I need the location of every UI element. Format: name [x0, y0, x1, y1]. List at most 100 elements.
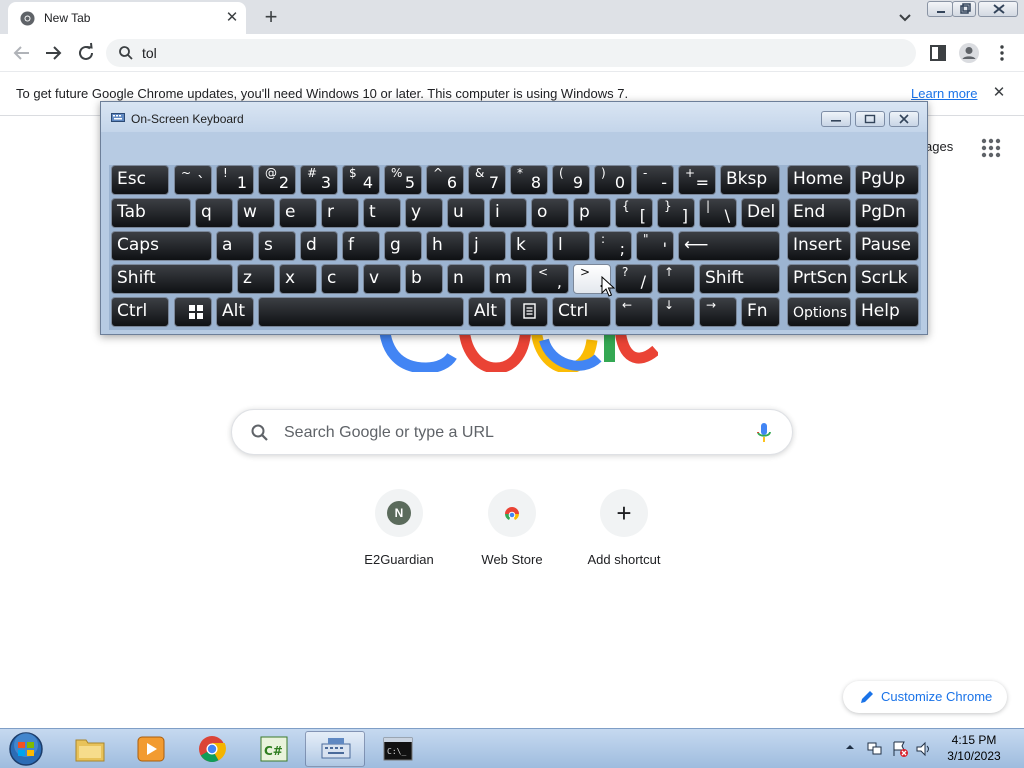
osk-key-symbol-4[interactable]: $4	[342, 165, 380, 195]
osk-key-l[interactable]: l	[552, 231, 590, 261]
osk-key-w[interactable]: w	[237, 198, 275, 228]
taskbar-chrome-button[interactable]	[182, 731, 242, 767]
osk-key-h[interactable]: h	[426, 231, 464, 261]
osk-key-k[interactable]: k	[510, 231, 548, 261]
osk-key-options[interactable]: Options	[787, 297, 851, 327]
osk-key-z[interactable]: z	[237, 264, 275, 294]
tab-search-chevron-icon[interactable]	[895, 7, 915, 27]
taskbar-cmd-button[interactable]: C:\_	[368, 731, 428, 767]
system-clock[interactable]: 4:15 PM 3/10/2023	[938, 733, 1010, 765]
osk-key-b[interactable]: b	[405, 264, 443, 294]
osk-key-arrow-8[interactable]: ↓	[657, 297, 695, 327]
osk-key-r[interactable]: r	[321, 198, 359, 228]
osk-key-pgdn[interactable]: PgDn	[855, 198, 919, 228]
osk-key-c[interactable]: c	[321, 264, 359, 294]
osk-key-d[interactable]: d	[300, 231, 338, 261]
osk-key-arrow-9[interactable]: →	[699, 297, 737, 327]
osk-close-button[interactable]	[889, 111, 919, 127]
window-close-button[interactable]	[978, 1, 1018, 17]
osk-key-ctrl[interactable]: Ctrl	[552, 297, 611, 327]
kebab-menu-icon[interactable]	[990, 41, 1014, 65]
osk-key-help[interactable]: Help	[855, 297, 919, 327]
osk-key-i[interactable]: i	[489, 198, 527, 228]
osk-key-symbol-8[interactable]: * 8	[510, 165, 548, 195]
osk-key-n[interactable]: n	[447, 264, 485, 294]
volume-icon[interactable]	[915, 740, 933, 758]
osk-key-symbol-[interactable]: :;	[594, 231, 632, 261]
osk-key-symbol-7[interactable]: & 7	[468, 165, 506, 195]
reload-icon[interactable]	[74, 41, 98, 65]
osk-key-symbol-[interactable]: ? /	[615, 264, 653, 294]
window-restore-button[interactable]	[952, 1, 976, 17]
osk-key-v[interactable]: v	[363, 264, 401, 294]
osk-key-bksp[interactable]: Bksp	[720, 165, 780, 195]
osk-key-symbol-[interactable]: }]	[657, 198, 695, 228]
osk-key-g[interactable]: g	[384, 231, 422, 261]
action-center-flag-icon[interactable]	[891, 740, 909, 758]
osk-key-symbol-5[interactable]: % 5	[384, 165, 422, 195]
osk-key-f[interactable]: f	[342, 231, 380, 261]
tab-new-tab[interactable]: New Tab ✕	[8, 2, 246, 34]
shortcut-web-store[interactable]: Web Store	[456, 489, 568, 569]
ntp-search-box[interactable]: Search Google or type a URL	[231, 409, 793, 455]
osk-key-t[interactable]: t	[363, 198, 401, 228]
learn-more-link[interactable]: Learn more	[911, 86, 977, 101]
google-apps-grid-icon[interactable]	[980, 137, 1002, 159]
osk-key-prtscn[interactable]: PrtScn	[787, 264, 851, 294]
osk-key-arrow-11[interactable]: ↑	[657, 264, 695, 294]
taskbar-osk-button[interactable]	[305, 731, 365, 767]
osk-key-ctrl[interactable]: Ctrl	[111, 297, 169, 327]
osk-key-enter[interactable]: ⟵	[678, 231, 780, 261]
osk-key-del[interactable]: Del	[741, 198, 780, 228]
osk-key-end[interactable]: End	[787, 198, 851, 228]
osk-key-e[interactable]: e	[279, 198, 317, 228]
osk-key-m[interactable]: m	[489, 264, 527, 294]
osk-key-symbol-[interactable]: | \	[699, 198, 737, 228]
osk-key-insert[interactable]: Insert	[787, 231, 851, 261]
osk-title-bar[interactable]: On-Screen Keyboard	[101, 102, 927, 132]
osk-key-windows-logo-icon[interactable]	[174, 297, 212, 327]
osk-key-alt[interactable]: Alt	[468, 297, 506, 327]
infobar-close-icon[interactable]: ✕	[990, 84, 1008, 102]
osk-key-x[interactable]: x	[279, 264, 317, 294]
osk-key-esc[interactable]: Esc	[111, 165, 169, 195]
osk-key-symbol-[interactable]: {[	[615, 198, 653, 228]
osk-maximize-button[interactable]	[855, 111, 885, 127]
osk-key-symbol-[interactable]: <,	[531, 264, 569, 294]
osk-key-pause[interactable]: Pause	[855, 231, 919, 261]
osk-key-home[interactable]: Home	[787, 165, 851, 195]
osk-key-tab[interactable]: Tab	[111, 198, 191, 228]
osk-key-a[interactable]: a	[216, 231, 254, 261]
back-arrow-icon[interactable]	[10, 41, 34, 65]
add-shortcut-button[interactable]: + Add shortcut	[568, 489, 680, 569]
shortcut-e2guardian[interactable]: N E2Guardian	[343, 489, 455, 569]
osk-key-o[interactable]: o	[531, 198, 569, 228]
taskbar-csharp-button[interactable]: C#	[244, 731, 304, 767]
osk-key-symbol-1[interactable]: ! 1	[216, 165, 254, 195]
osk-key-symbol-[interactable]: --	[636, 165, 674, 195]
osk-key-j[interactable]: j	[468, 231, 506, 261]
window-minimize-button[interactable]	[927, 1, 953, 17]
tab-close-icon[interactable]: ✕	[223, 9, 241, 27]
osk-key-pgup[interactable]: PgUp	[855, 165, 919, 195]
microphone-icon[interactable]	[754, 422, 774, 444]
forward-arrow-icon[interactable]	[41, 41, 65, 65]
show-hidden-icons-arrow-icon[interactable]	[845, 742, 855, 752]
osk-key-symbol-[interactable]: + =	[678, 165, 716, 195]
osk-key-context-menu-icon[interactable]	[510, 297, 548, 327]
omnibox[interactable]: tol	[106, 39, 916, 67]
omnibox-input-text[interactable]: tol	[142, 45, 157, 61]
osk-key-y[interactable]: y	[405, 198, 443, 228]
osk-minimize-button[interactable]	[821, 111, 851, 127]
osk-key-symbol-[interactable]: " '	[636, 231, 674, 261]
osk-key-symbol-6[interactable]: ^ 6	[426, 165, 464, 195]
new-tab-button[interactable]: +	[258, 4, 284, 30]
osk-key-q[interactable]: q	[195, 198, 233, 228]
taskbar-media-player-button[interactable]	[121, 731, 181, 767]
search-placeholder[interactable]: Search Google or type a URL	[284, 424, 494, 442]
profile-avatar-icon[interactable]	[957, 41, 981, 65]
osk-key-u[interactable]: u	[447, 198, 485, 228]
osk-key-p[interactable]: p	[573, 198, 611, 228]
osk-key-shift[interactable]: Shift	[111, 264, 233, 294]
osk-key-alt[interactable]: Alt	[216, 297, 254, 327]
